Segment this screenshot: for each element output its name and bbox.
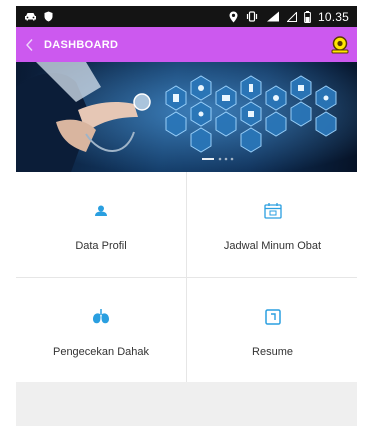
calendar-icon [262, 200, 284, 222]
signal-icon [266, 11, 280, 22]
dashboard-banner [16, 62, 357, 172]
empty-footer-area [16, 382, 357, 426]
menu-item-label: Resume [252, 346, 293, 358]
page-title: DASHBOARD [44, 38, 119, 51]
vibrate-icon [245, 11, 259, 22]
menu-item-data-profil[interactable]: Data Profil [16, 172, 186, 277]
status-time: 10.35 [317, 9, 349, 24]
app-screen: 10.35 DASHBOARD Data Profil Jadwal Minum… [16, 6, 357, 426]
lungs-icon [90, 306, 112, 328]
menu-grid: Data Profil Jadwal Minum Obat Pengecekan… [16, 172, 357, 383]
back-icon[interactable] [24, 38, 44, 52]
car-icon [24, 12, 37, 21]
profile-icon[interactable] [329, 33, 351, 55]
menu-item-resume[interactable]: Resume [187, 278, 357, 383]
menu-item-pengecekan-dahak[interactable]: Pengecekan Dahak [16, 278, 186, 383]
status-bar: 10.35 [16, 6, 357, 27]
shield-icon [44, 11, 53, 22]
battery-icon [304, 10, 311, 23]
signal-icon [286, 11, 297, 22]
app-bar: DASHBOARD [16, 27, 357, 62]
status-left [24, 11, 53, 22]
menu-item-label: Pengecekan Dahak [52, 346, 149, 358]
menu-item-jadwal-minum-obat[interactable]: Jadwal Minum Obat [187, 172, 357, 277]
user-icon [90, 200, 112, 222]
location-icon [229, 11, 238, 23]
doctor-banner-image [16, 62, 357, 172]
status-right: 10.35 [229, 10, 349, 24]
menu-item-label: Data Profil [75, 240, 127, 252]
document-icon [262, 306, 284, 328]
menu-item-label: Jadwal Minum Obat [223, 240, 322, 252]
